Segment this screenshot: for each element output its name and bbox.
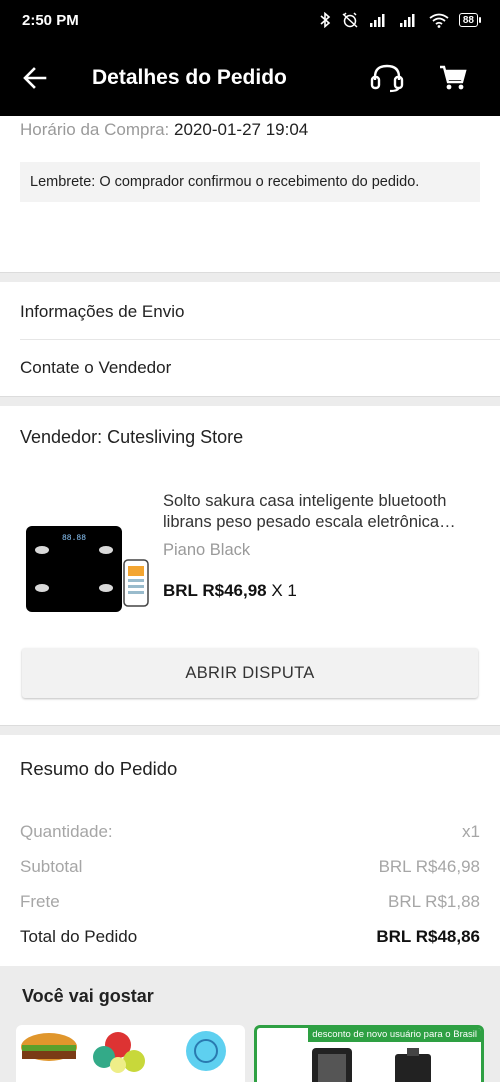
support-button[interactable]: [354, 40, 420, 116]
shipping-label: Frete: [20, 892, 60, 911]
quantity-label: Quantidade:: [20, 822, 113, 841]
summary-total: Total do Pedido BRL R$48,86: [20, 927, 480, 947]
recommendations-title: Você vai gostar: [22, 986, 154, 1006]
product-title[interactable]: Solto sakura casa inteligente bluetooth …: [163, 491, 481, 533]
product-variant: Piano Black: [163, 541, 251, 559]
summary-subtotal: Subtotal BRL R$46,98: [20, 857, 480, 877]
recommendation-card[interactable]: [16, 1025, 245, 1082]
shipping-value: BRL R$1,88: [388, 892, 480, 911]
cart-button[interactable]: [420, 40, 486, 116]
contact-seller-row[interactable]: Contate o Vendedor: [0, 340, 500, 396]
purchase-time: Horário da Compra: 2020-01-27 19:04: [20, 120, 308, 140]
status-icons: 88: [319, 12, 482, 28]
total-value: BRL R$48,86: [376, 927, 480, 946]
arrow-left-icon: [23, 67, 47, 89]
recommendation-card[interactable]: desconto de novo usuário para o Brasil: [254, 1025, 484, 1082]
section-divider: [0, 396, 500, 406]
quantity-value: x1: [462, 822, 480, 841]
summary-quantity: Quantidade: x1: [20, 822, 480, 842]
summary-shipping: Frete BRL R$1,88: [20, 892, 480, 912]
subtotal-value: BRL R$46,98: [378, 857, 480, 876]
battery-level: 88: [462, 14, 474, 26]
shipping-info-row[interactable]: Informações de Envio: [0, 284, 500, 340]
app-bar: Detalhes do Pedido: [0, 40, 500, 116]
product-price: BRL R$46,98: [163, 581, 267, 600]
purchase-time-label: Horário da Compra:: [20, 120, 170, 139]
app-actions: [354, 40, 486, 116]
product-quantity: X 1: [271, 581, 297, 600]
headset-icon: [370, 64, 404, 93]
section-divider: [0, 272, 500, 282]
alarm-off-icon: [342, 12, 358, 28]
page-title: Detalhes do Pedido: [92, 66, 287, 89]
subtotal-label: Subtotal: [20, 857, 83, 876]
purchase-time-value: 2020-01-27 19:04: [174, 120, 309, 139]
product-price-line: BRL R$46,98 X 1: [163, 581, 297, 601]
recommendations-section: Você vai gostar desconto de novo usuário…: [0, 966, 500, 1082]
product-image[interactable]: 88.88: [20, 516, 150, 616]
back-button[interactable]: [0, 40, 70, 116]
scale-display-text: 88.88: [62, 534, 86, 543]
signal-icon: [369, 14, 385, 27]
wifi-icon: [429, 13, 449, 28]
total-label: Total do Pedido: [20, 927, 138, 946]
product-thumbnail: [21, 1031, 226, 1073]
signal-icon-2: [399, 14, 415, 27]
bluetooth-icon: [320, 12, 331, 28]
battery-icon: 88: [458, 13, 482, 27]
status-bar: 2:50 PM 88: [0, 0, 500, 40]
status-time: 2:50 PM: [22, 11, 79, 29]
seller-name[interactable]: Vendedor: Cutesliving Store: [20, 427, 243, 448]
reminder-box: Lembrete: O comprador confirmou o recebi…: [20, 162, 480, 202]
section-divider: [0, 725, 500, 735]
summary-title: Resumo do Pedido: [20, 758, 178, 779]
promo-banner: desconto de novo usuário para o Brasil: [308, 1028, 481, 1042]
open-dispute-button[interactable]: ABRIR DISPUTA: [22, 648, 478, 698]
cart-icon: [440, 65, 467, 90]
